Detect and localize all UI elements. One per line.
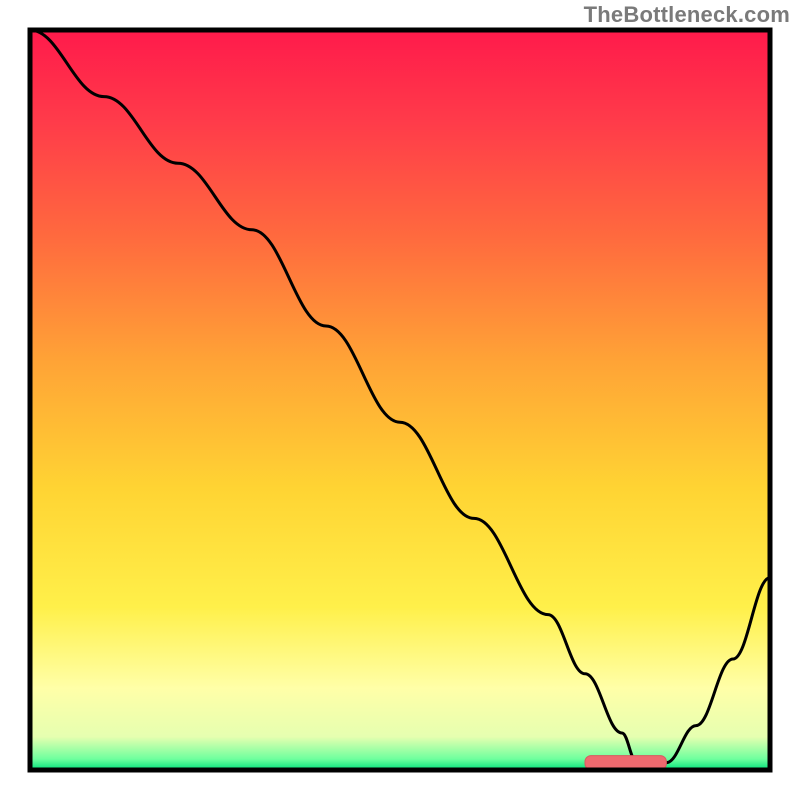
chart-container: { "watermark": "TheBottleneck.com", "col… [0,0,800,800]
plot-background [30,30,770,770]
chart-svg [0,0,800,800]
